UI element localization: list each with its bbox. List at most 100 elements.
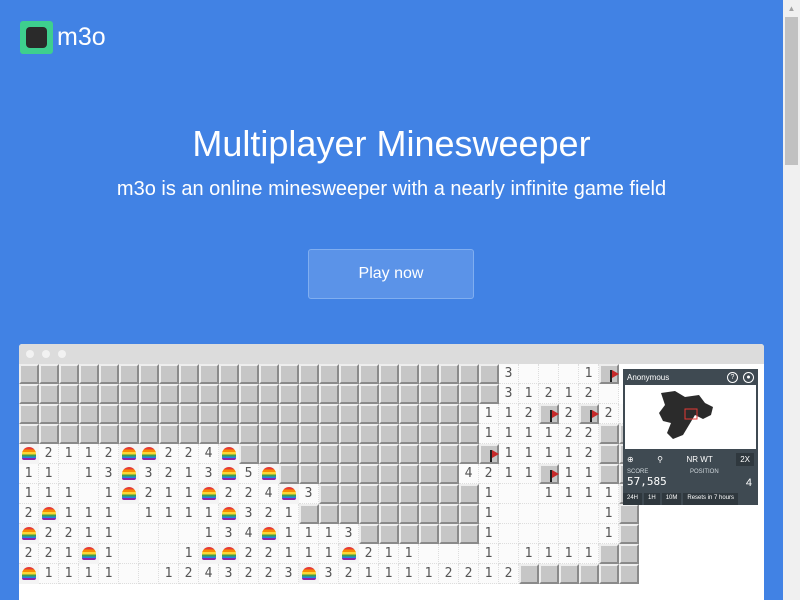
closed-cell[interactable] [379,424,399,444]
closed-cell[interactable] [379,484,399,504]
heart-flag-cell[interactable] [119,444,139,464]
number-cell[interactable]: 1 [599,504,619,524]
open-cell[interactable] [119,524,139,544]
number-cell[interactable]: 4 [239,524,259,544]
account-icon[interactable]: ● [743,371,754,383]
closed-cell[interactable] [239,384,259,404]
number-cell[interactable]: 2 [479,464,499,484]
number-cell[interactable]: 1 [99,544,119,564]
number-cell[interactable]: 2 [39,544,59,564]
closed-cell[interactable] [439,364,459,384]
number-cell[interactable]: 1 [19,464,39,484]
number-cell[interactable]: 1 [539,424,559,444]
closed-cell[interactable] [579,564,599,584]
number-cell[interactable]: 1 [559,544,579,564]
number-cell[interactable]: 1 [379,544,399,564]
number-cell[interactable]: 1 [559,384,579,404]
number-cell[interactable]: 2 [439,564,459,584]
number-cell[interactable]: 1 [39,464,59,484]
closed-cell[interactable] [219,364,239,384]
closed-cell[interactable] [439,464,459,484]
number-cell[interactable]: 1 [539,444,559,464]
closed-cell[interactable] [619,564,639,584]
closed-cell[interactable] [459,484,479,504]
closed-cell[interactable] [59,404,79,424]
number-cell[interactable]: 1 [559,464,579,484]
closed-cell[interactable] [619,504,639,524]
number-cell[interactable]: 1 [319,544,339,564]
closed-cell[interactable] [279,384,299,404]
zoom-level-button[interactable]: 2X [736,452,754,466]
open-cell[interactable] [599,384,619,404]
number-cell[interactable]: 1 [519,544,539,564]
closed-cell[interactable] [379,524,399,544]
closed-cell[interactable] [379,444,399,464]
closed-cell[interactable] [159,364,179,384]
closed-cell[interactable] [119,404,139,424]
closed-cell[interactable] [259,404,279,424]
number-cell[interactable]: 3 [199,464,219,484]
closed-cell[interactable] [319,364,339,384]
help-icon[interactable]: ? [727,371,738,383]
pin-icon[interactable]: ⚲ [657,455,663,464]
closed-cell[interactable] [199,384,219,404]
open-cell[interactable] [579,524,599,544]
number-cell[interactable]: 1 [499,464,519,484]
heart-flag-cell[interactable] [39,504,59,524]
closed-cell[interactable] [359,424,379,444]
closed-cell[interactable] [339,444,359,464]
closed-cell[interactable] [419,424,439,444]
closed-cell[interactable] [299,424,319,444]
closed-cell[interactable] [139,404,159,424]
number-cell[interactable]: 3 [339,524,359,544]
heart-flag-cell[interactable] [299,564,319,584]
flag-cell[interactable] [599,364,619,384]
flag-cell[interactable] [539,404,559,424]
number-cell[interactable]: 2 [239,544,259,564]
closed-cell[interactable] [239,424,259,444]
closed-cell[interactable] [159,424,179,444]
number-cell[interactable]: 2 [159,444,179,464]
number-cell[interactable]: 1 [479,404,499,424]
flag-cell[interactable] [479,444,499,464]
closed-cell[interactable] [459,404,479,424]
heart-flag-cell[interactable] [119,484,139,504]
closed-cell[interactable] [299,364,319,384]
closed-cell[interactable] [279,464,299,484]
number-cell[interactable]: 2 [19,504,39,524]
heart-flag-cell[interactable] [199,484,219,504]
closed-cell[interactable] [359,504,379,524]
closed-cell[interactable] [19,424,39,444]
closed-cell[interactable] [459,364,479,384]
number-cell[interactable]: 2 [179,564,199,584]
heart-flag-cell[interactable] [219,464,239,484]
open-cell[interactable] [499,484,519,504]
closed-cell[interactable] [339,364,359,384]
number-cell[interactable]: 1 [79,444,99,464]
number-cell[interactable]: 2 [599,404,619,424]
closed-cell[interactable] [359,484,379,504]
number-cell[interactable]: 2 [539,384,559,404]
number-cell[interactable]: 2 [239,564,259,584]
closed-cell[interactable] [599,424,619,444]
open-cell[interactable] [519,484,539,504]
closed-cell[interactable] [319,484,339,504]
closed-cell[interactable] [359,464,379,484]
closed-cell[interactable] [439,404,459,424]
closed-cell[interactable] [119,424,139,444]
closed-cell[interactable] [519,564,539,584]
number-cell[interactable]: 1 [179,484,199,504]
number-cell[interactable]: 1 [519,444,539,464]
minimap[interactable] [625,385,756,449]
number-cell[interactable]: 1 [199,504,219,524]
closed-cell[interactable] [399,484,419,504]
number-cell[interactable]: 1 [579,484,599,504]
open-cell[interactable] [419,544,439,564]
number-cell[interactable]: 1 [559,444,579,464]
closed-cell[interactable] [179,364,199,384]
closed-cell[interactable] [319,464,339,484]
filter-1h[interactable]: 1H [644,493,660,505]
number-cell[interactable]: 3 [99,464,119,484]
number-cell[interactable]: 1 [279,504,299,524]
number-cell[interactable]: 2 [99,444,119,464]
